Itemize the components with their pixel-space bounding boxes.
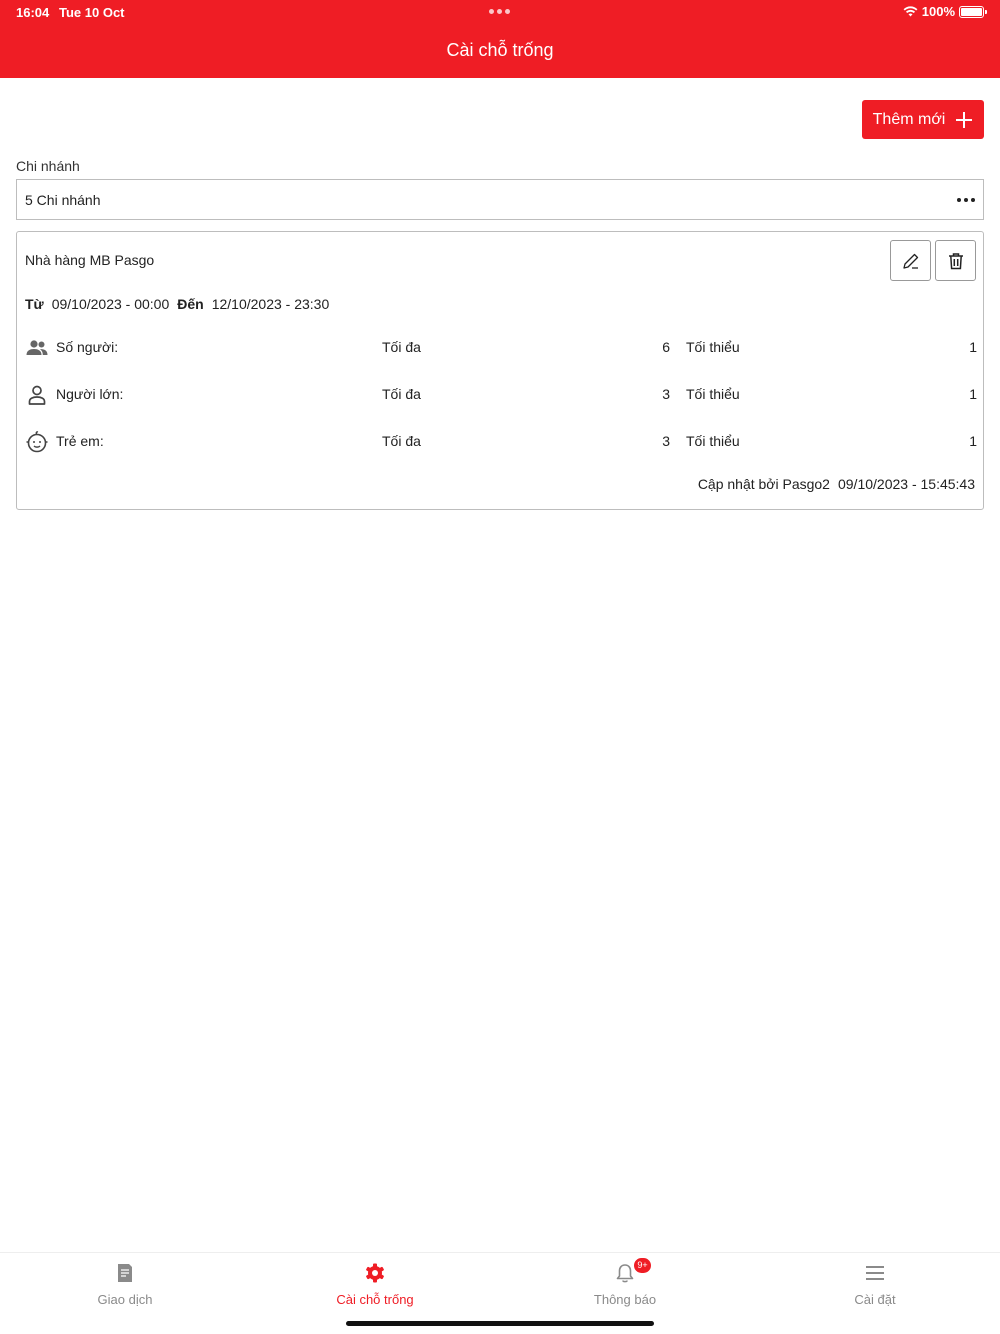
branch-label: Chi nhánh: [16, 158, 80, 174]
tab-label: Giao dịch: [97, 1292, 153, 1307]
to-date: 12/10/2023 - 23:30: [211, 296, 330, 312]
baby-icon: [26, 431, 48, 453]
app-header: 16:04 Tue 10 Oct 100% Cài chỗ trống: [0, 0, 1000, 78]
updated-at: 09/10/2023 - 15:45:43: [837, 476, 975, 492]
guest-row-children: Trẻ em: Tối đa 3 Tối thiểu 1: [25, 429, 977, 455]
date-range: Từ 09/10/2023 - 00:00 Đến 12/10/2023 - 2…: [25, 296, 329, 312]
wifi-icon: [903, 6, 918, 17]
updated-by: Cập nhật bởi Pasgo2: [697, 476, 830, 492]
guest-row-adults: Người lớn: Tối đa 3 Tối thiểu 1: [25, 382, 977, 408]
branch-select[interactable]: 5 Chi nhánh: [16, 179, 984, 220]
plus-icon: [956, 111, 973, 128]
person-icon: [28, 385, 46, 405]
more-options-icon: [957, 197, 975, 202]
status-time: 16:04: [16, 5, 50, 20]
status-date: Tue 10 Oct: [59, 5, 125, 20]
tab-label: Cài chỗ trống: [336, 1292, 414, 1307]
min-value: 1: [969, 339, 977, 355]
guest-row-total: Số người: Tối đa 6 Tối thiểu 1: [25, 335, 977, 361]
row-label: Trẻ em:: [56, 433, 104, 449]
status-indicators: 100%: [903, 4, 987, 19]
branch-value: 5 Chi nhánh: [25, 191, 101, 208]
trash-icon: [948, 252, 963, 269]
document-icon: [118, 1264, 132, 1282]
edit-button[interactable]: [890, 240, 931, 281]
multitask-dots-icon[interactable]: [489, 9, 510, 14]
tab-transactions[interactable]: Giao dịch: [0, 1253, 250, 1323]
max-label: Tối đa: [382, 433, 421, 449]
row-label: Người lớn:: [56, 386, 124, 402]
add-new-button[interactable]: Thêm mới: [862, 100, 984, 139]
home-indicator[interactable]: [346, 1321, 654, 1326]
tab-settings[interactable]: Cài đặt: [750, 1253, 1000, 1323]
max-value: 6: [662, 339, 670, 355]
bell-icon: [616, 1264, 634, 1283]
row-label: Số người:: [56, 339, 119, 355]
group-icon: [26, 340, 48, 355]
tab-notifications[interactable]: 9+ Thông báo: [500, 1253, 750, 1323]
to-label: Đến: [177, 296, 204, 312]
notification-badge: 9+: [634, 1258, 651, 1273]
battery-percent: 100%: [921, 4, 955, 19]
updated-info: Cập nhật bởi Pasgo2 09/10/2023 - 15:45:4…: [698, 476, 975, 492]
gear-icon: [366, 1263, 384, 1283]
restaurant-name: Nhà hàng MB Pasgo: [25, 252, 155, 268]
max-label: Tối đa: [382, 339, 421, 355]
min-label: Tối thiểu: [686, 339, 740, 355]
battery-icon: [959, 5, 987, 18]
availability-card: Nhà hàng MB Pasgo Từ 09/10/2023 - 00:00 …: [16, 231, 984, 510]
menu-icon: [866, 1266, 884, 1280]
tab-label: Cài đặt: [854, 1292, 896, 1307]
max-label: Tối đa: [382, 386, 421, 402]
page-title: Cài chỗ trống: [446, 40, 554, 60]
from-label: Từ: [25, 296, 44, 312]
min-value: 1: [969, 433, 977, 449]
tab-label: Thông báo: [593, 1292, 657, 1307]
pencil-icon: [902, 253, 918, 269]
delete-button[interactable]: [935, 240, 976, 281]
add-new-label: Thêm mới: [872, 110, 946, 128]
min-label: Tối thiểu: [686, 433, 740, 449]
max-value: 3: [662, 386, 670, 402]
min-label: Tối thiểu: [686, 386, 740, 402]
min-value: 1: [969, 386, 977, 402]
from-date: 09/10/2023 - 00:00: [51, 296, 170, 312]
tab-availability[interactable]: Cài chỗ trống: [250, 1253, 500, 1323]
max-value: 3: [662, 433, 670, 449]
